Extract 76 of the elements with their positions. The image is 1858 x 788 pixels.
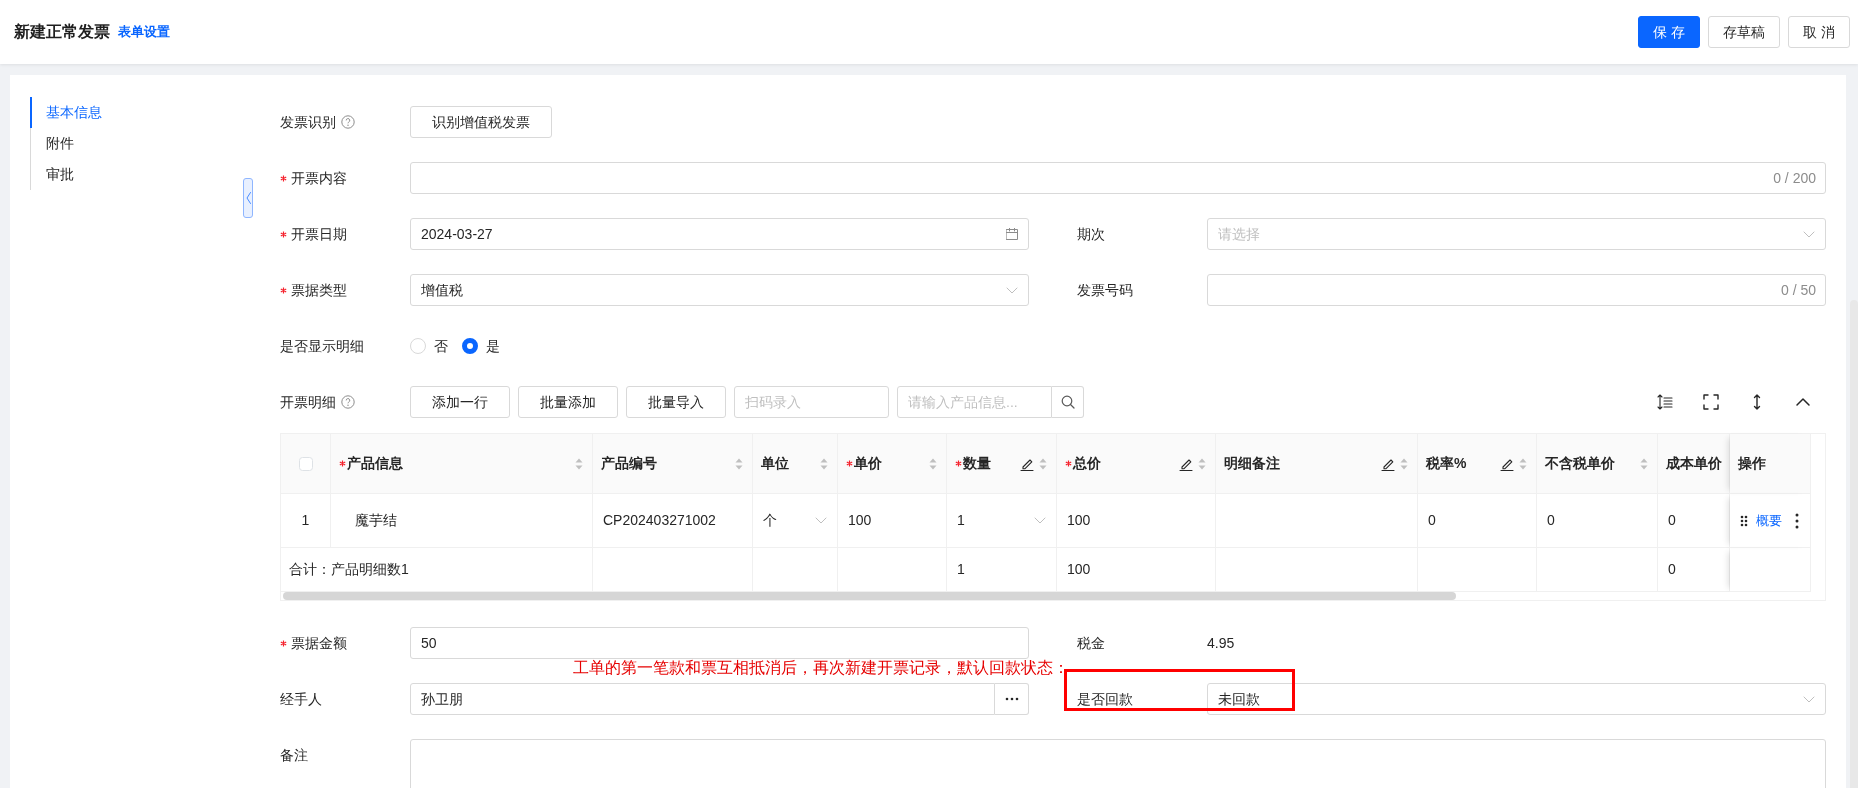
table-cell: 魔芋结 xyxy=(331,494,593,548)
select-placeholder: 请选择 xyxy=(1218,224,1260,244)
action-button[interactable]: 存草稿 xyxy=(1708,16,1781,48)
chevron-down-icon xyxy=(1803,695,1815,703)
chevron-down-icon xyxy=(1034,517,1046,524)
row-height-icon xyxy=(1657,394,1673,410)
sidebar-item[interactable]: 审批 xyxy=(30,159,248,190)
select-all-checkbox[interactable] xyxy=(298,456,313,471)
column-title: 不含税单价 xyxy=(1545,454,1615,473)
column-title: 产品信息 xyxy=(339,453,403,474)
toolbar-button[interactable]: 批量导入 xyxy=(626,386,726,418)
drag-handle-icon[interactable] xyxy=(1740,514,1748,527)
search-button[interactable] xyxy=(1052,386,1084,418)
field-label: 是否回款 xyxy=(1077,689,1133,709)
char-counter: 0 / 50 xyxy=(1780,280,1816,300)
chevron-down-icon xyxy=(815,517,827,524)
column-title: 总价 xyxy=(1065,453,1101,474)
column-title: 产品编号 xyxy=(601,454,657,473)
recognize-button[interactable]: 识别增值税发票 xyxy=(410,106,552,138)
row-number: 1 xyxy=(281,494,331,548)
column-title: 单位 xyxy=(761,454,789,473)
text-field[interactable] xyxy=(1207,274,1826,306)
select-cell[interactable]: 个 xyxy=(753,494,838,548)
column-title: 单价 xyxy=(846,453,882,474)
radio-option[interactable]: 否 xyxy=(410,335,448,357)
product-search-field[interactable]: 请输入产品信息... xyxy=(897,386,1052,418)
horizontal-scrollbar[interactable] xyxy=(283,592,1457,600)
select-field[interactable]: 增值税 xyxy=(410,274,1029,306)
sidebar-item[interactable]: 附件 xyxy=(30,128,248,159)
search-icon xyxy=(1060,395,1075,409)
table-cell: CP202403271002 xyxy=(593,494,753,548)
ellipsis-icon xyxy=(1004,697,1019,701)
collapse-handle[interactable] xyxy=(243,178,253,218)
page-title: 新建正常发票 xyxy=(14,22,110,42)
summary-link[interactable]: 概要 xyxy=(1756,510,1782,531)
field-label: 发票号码 xyxy=(1077,280,1133,300)
action-button[interactable]: 取 消 xyxy=(1788,16,1850,48)
table-cell: 0 xyxy=(1418,494,1537,548)
scan-input[interactable]: 扫码录入 xyxy=(734,386,889,418)
fullscreen-icon xyxy=(1703,394,1719,410)
toolbar-button[interactable]: 批量添加 xyxy=(518,386,618,418)
remark-field[interactable] xyxy=(410,739,1826,788)
column-title: 成本单价 xyxy=(1666,454,1722,473)
select-field[interactable]: 未回款 xyxy=(1207,683,1826,715)
form-settings-link[interactable]: 表单设置 xyxy=(118,22,170,42)
table-cell: 100 xyxy=(1057,494,1216,548)
chevron-down-icon xyxy=(1006,286,1018,294)
field-label: 备注 xyxy=(280,746,308,765)
calendar-icon xyxy=(1006,228,1018,240)
select-cell[interactable]: 1 xyxy=(947,494,1057,548)
date-field[interactable]: 2024-03-27 xyxy=(410,218,1029,250)
field-label: 是否显示明细 xyxy=(280,336,364,356)
table-cell: 0 xyxy=(1658,494,1730,548)
field-label: 期次 xyxy=(1077,224,1105,244)
more-icon xyxy=(1795,512,1799,529)
radio-option[interactable]: 是 xyxy=(462,335,500,357)
toolbar-button[interactable]: 添加一行 xyxy=(410,386,510,418)
column-title: 税率% xyxy=(1426,454,1467,473)
radio-button[interactable] xyxy=(462,338,478,354)
column-title: 操作 xyxy=(1738,454,1766,473)
text-field[interactable]: 孙卫朋 xyxy=(410,683,995,715)
table-cell: 100 xyxy=(838,494,947,548)
field-value: 4.95 xyxy=(1207,633,1235,653)
save-button[interactable]: 保 存 xyxy=(1638,16,1701,48)
field-label: 税金 xyxy=(1077,633,1105,653)
annotation-text: 工单的第一笔款和票互相抵消后，再次新建开票记录，默认回款状态： xyxy=(573,658,1069,678)
char-counter: 0 / 200 xyxy=(1773,168,1816,188)
column-title: 数量 xyxy=(955,453,991,474)
column-title: 明细备注 xyxy=(1224,454,1280,473)
text-field[interactable]: 50 xyxy=(410,627,1029,659)
chevron-left-icon xyxy=(245,192,251,204)
table-cell: 0 xyxy=(1537,494,1658,548)
chevron-down-icon xyxy=(1803,230,1815,238)
text-field[interactable] xyxy=(410,162,1826,194)
more-options-button[interactable] xyxy=(995,683,1029,715)
field-label: 经手人 xyxy=(280,689,322,709)
